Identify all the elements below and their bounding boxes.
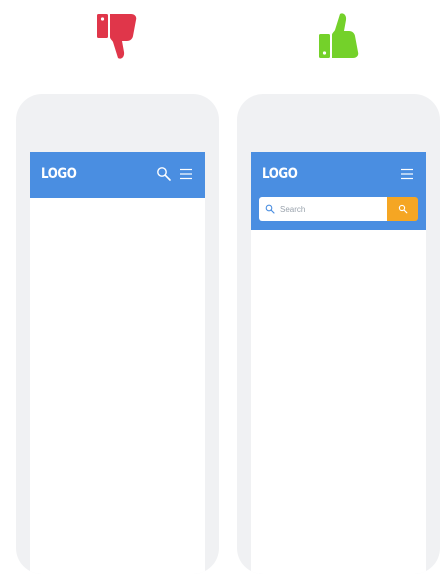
thumbs-down-icon <box>95 10 139 62</box>
search-bar <box>259 197 418 221</box>
app-header: LOGO <box>251 152 426 230</box>
logo[interactable]: LOGO <box>262 166 298 182</box>
app-header: LOGO <box>30 152 205 198</box>
search-button[interactable] <box>387 197 418 221</box>
search-icon[interactable] <box>156 166 172 182</box>
phone-mockup-bad: LOGO <box>16 94 219 574</box>
logo[interactable]: LOGO <box>41 166 77 182</box>
search-input[interactable] <box>275 199 387 219</box>
search-field[interactable] <box>259 197 387 221</box>
search-icon <box>265 204 275 214</box>
menu-icon[interactable] <box>399 166 415 182</box>
phone-screen: LOGO <box>30 152 205 574</box>
thumbs-up-icon <box>317 10 361 62</box>
phone-screen: LOGO <box>251 152 426 574</box>
phone-mockup-good: LOGO <box>237 94 440 574</box>
search-icon <box>398 204 407 214</box>
menu-icon[interactable] <box>178 166 194 182</box>
